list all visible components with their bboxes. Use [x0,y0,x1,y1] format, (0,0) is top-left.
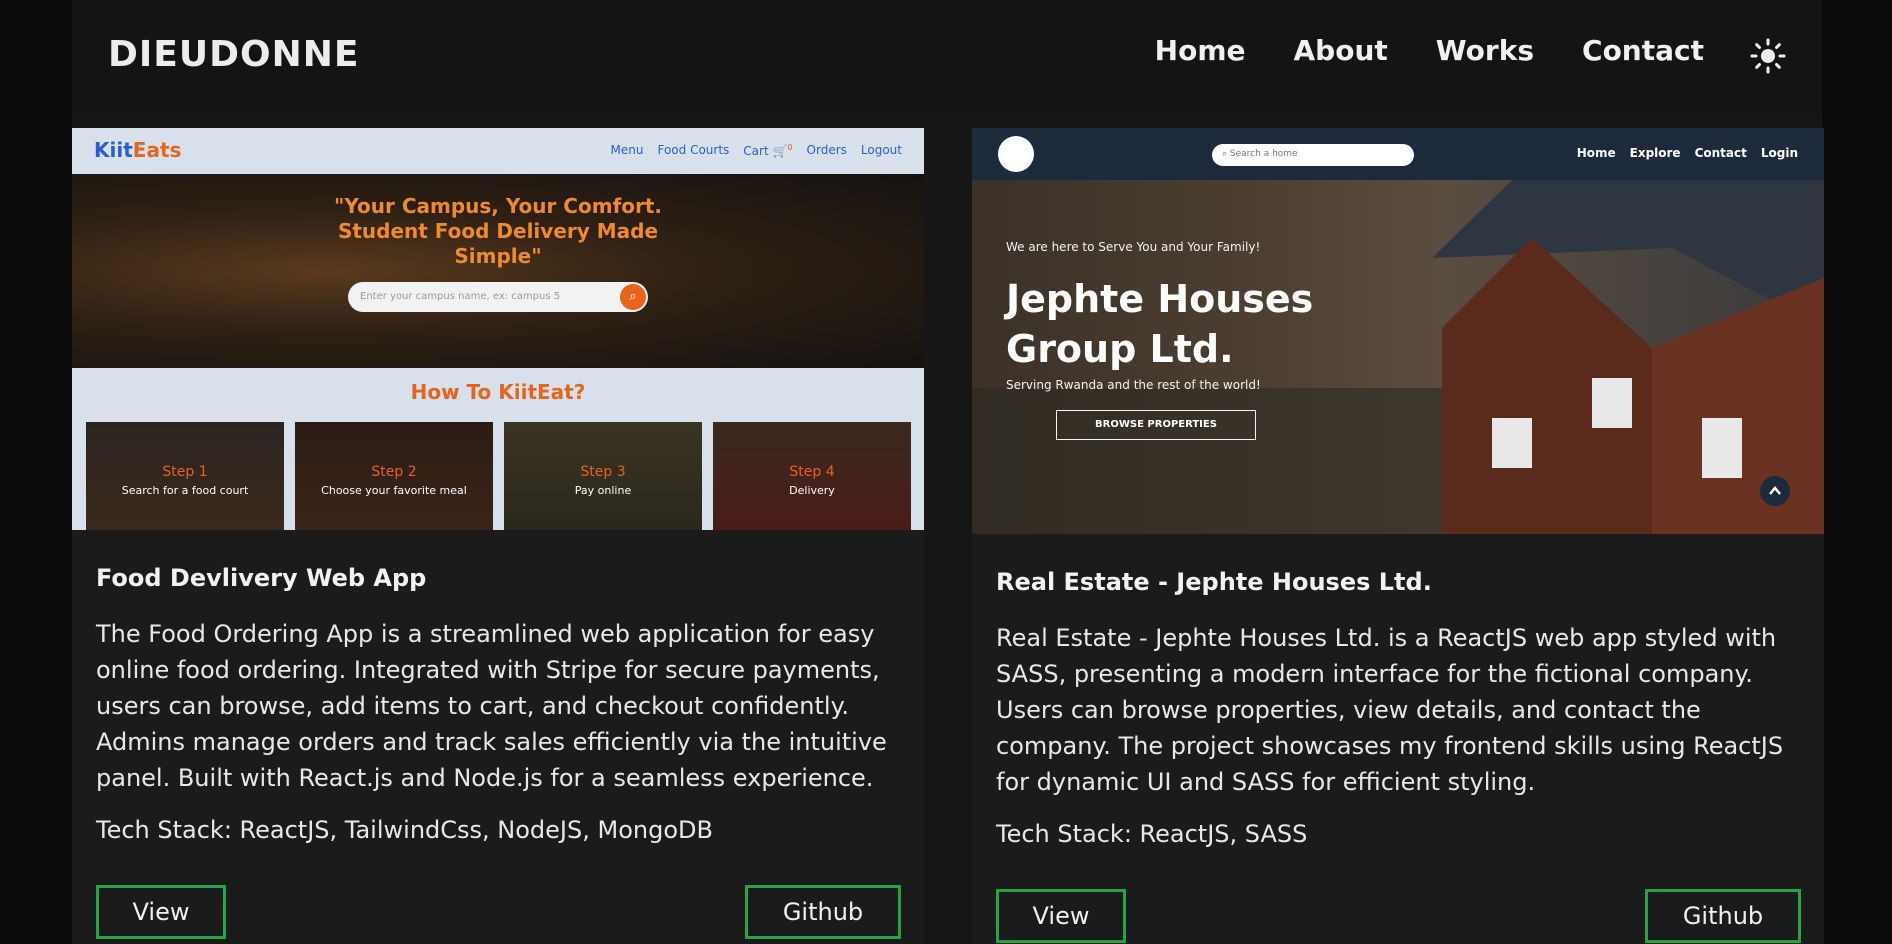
chevron-up-icon [1760,476,1790,506]
cart-count: 0 [787,143,793,152]
preview-menu-item: Orders [806,143,847,157]
search-icon: ⌕ [1222,149,1230,159]
cart-icon: 🛒 [772,144,788,158]
preview-menu: Home Explore Contact Login [1577,146,1798,160]
preview-how-section: How To KiitEat? Step 1 Search for a food… [72,368,924,530]
preview-menu-item: Cart 🛒0 [743,143,793,158]
preview-logo: KiitEats [94,138,182,162]
project-preview-image: ⌕ Search a home Home Explore Contact Log… [972,128,1824,534]
preview-search: ⌕ Search a home [1212,144,1414,166]
preview-menu-item: Explore [1629,146,1681,160]
preview-menu: Menu Food Courts Cart 🛒0 Orders Logout [611,143,902,158]
github-button[interactable]: Github [745,885,901,939]
preview-step: Step 4 Delivery [713,422,911,530]
preview-menu-item: Menu [610,143,644,157]
sun-icon[interactable] [1750,38,1786,74]
preview-menu-item: Food Courts [657,143,730,157]
preview-search: Enter your campus name, ex: campus 5 ⌕ [348,282,648,312]
preview-tagline: We are here to Serve You and Your Family… [1006,240,1261,254]
navbar: DIEUDONNE Home About Works Contact [72,0,1822,116]
nav-link-about[interactable]: About [1294,34,1388,67]
view-button[interactable]: View [996,889,1126,943]
preview-hero: "Your Campus, Your Comfort. Student Food… [72,174,924,368]
preview-step: Step 1 Search for a food court [86,422,284,530]
nav-link-home[interactable]: Home [1155,34,1246,67]
project-title: Food Devlivery Web App [96,564,427,592]
view-button[interactable]: View [96,885,226,939]
project-description: Real Estate - Jephte Houses Ltd. is a Re… [996,624,1784,796]
project-tech-stack: Tech Stack: ReactJS, TailwindCss, NodeJS… [96,816,713,844]
project-card-real-estate: ⌕ Search a home Home Explore Contact Log… [972,128,1824,944]
search-icon: ⌕ [620,284,646,310]
project-card-food-delivery: KiitEats Menu Food Courts Cart 🛒0 Orders… [72,128,924,944]
brand-logo[interactable]: DIEUDONNE [108,34,359,75]
preview-menu-item: Contact [1694,146,1747,160]
preview-navbar: ⌕ Search a home Home Explore Contact Log… [972,128,1824,180]
preview-menu-item: Login [1760,146,1798,160]
preview-how-title: How To KiitEat? [410,380,586,404]
nav-link-works[interactable]: Works [1436,34,1534,67]
nav-link-contact[interactable]: Contact [1582,34,1704,67]
page-frame: DIEUDONNE Home About Works Contact KiitE… [72,0,1824,944]
preview-logo-icon [998,136,1034,172]
preview-subtitle: Serving Rwanda and the rest of the world… [1006,378,1261,392]
project-tech-stack: Tech Stack: ReactJS, SASS [996,820,1308,848]
preview-hero-title: Jephte Houses Group Ltd. [1006,277,1314,371]
nav-links: Home About Works Contact [1155,34,1704,67]
preview-step: Step 2 Choose your favorite meal [295,422,493,530]
preview-navbar: KiitEats Menu Food Courts Cart 🛒0 Orders… [72,128,924,174]
preview-hero-text: "Your Campus, Your Comfort. Student Food… [333,194,663,268]
project-description: The Food Ordering App is a streamlined w… [96,620,887,792]
preview-menu-item: Logout [860,143,902,157]
project-preview-image: KiitEats Menu Food Courts Cart 🛒0 Orders… [72,128,924,530]
preview-browse-button: BROWSE PROPERTIES [1056,410,1256,440]
preview-menu-item: Home [1576,146,1616,160]
github-button[interactable]: Github [1645,889,1801,943]
preview-step: Step 3 Pay online [504,422,702,530]
project-title: Real Estate - Jephte Houses Ltd. [996,568,1432,596]
